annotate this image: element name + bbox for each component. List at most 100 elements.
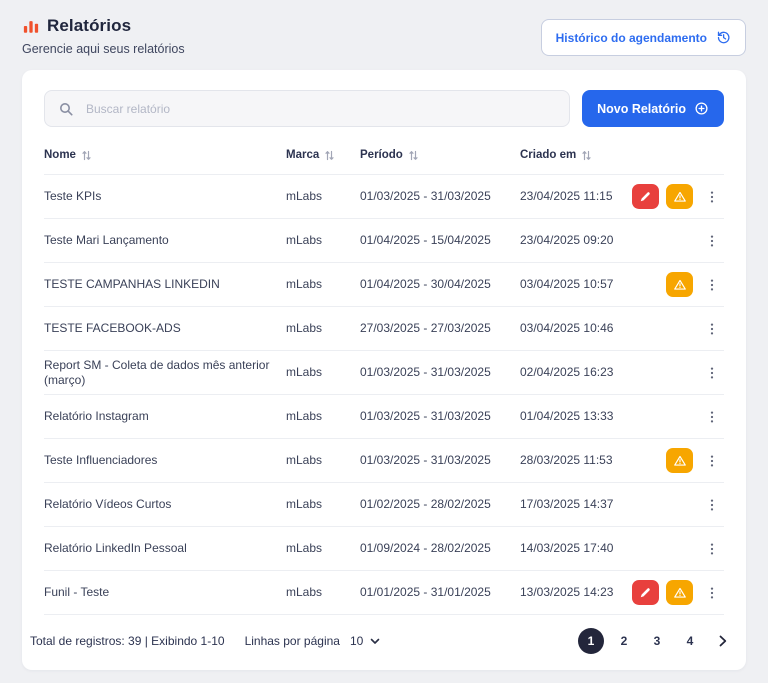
- pen-badge-icon[interactable]: [632, 184, 659, 209]
- kebab-menu-button[interactable]: [700, 448, 724, 474]
- warning-badge-icon[interactable]: [666, 580, 693, 605]
- row-brand: mLabs: [286, 541, 323, 555]
- table-row: TESTE FACEBOOK-ADS mLabs 27/03/2025 - 27…: [44, 307, 724, 351]
- kebab-menu-button[interactable]: [700, 316, 724, 342]
- row-period: 01/03/2025 - 31/03/2025: [360, 189, 491, 203]
- row-badges: [666, 272, 693, 297]
- page-button-3[interactable]: 3: [644, 628, 670, 654]
- row-period: 01/03/2025 - 31/03/2025: [360, 453, 491, 467]
- row-name: Teste KPIs: [44, 189, 102, 203]
- row-name: Teste Mari Lançamento: [44, 233, 169, 247]
- page-subtitle: Gerencie aqui seus relatórios: [22, 42, 185, 56]
- table-body: Teste KPIs mLabs 01/03/2025 - 31/03/2025…: [44, 175, 724, 615]
- kebab-icon: [704, 189, 720, 205]
- row-actions: [624, 404, 724, 430]
- table-row: Teste Influenciadores mLabs 01/03/2025 -…: [44, 439, 724, 483]
- table-header: Nome Marca Período Criado em: [44, 141, 724, 175]
- kebab-icon: [704, 453, 720, 469]
- footer-left: Total de registros: 39 | Exibindo 1-10 L…: [30, 634, 380, 648]
- row-created: 23/04/2025 11:15: [520, 189, 613, 203]
- row-name: Teste Influenciadores: [44, 453, 158, 467]
- kebab-icon: [704, 321, 720, 337]
- row-period: 01/02/2025 - 28/02/2025: [360, 497, 491, 511]
- row-brand: mLabs: [286, 321, 323, 335]
- row-brand: mLabs: [286, 189, 323, 203]
- history-button[interactable]: Histórico do agendamento: [540, 19, 746, 56]
- row-actions: [624, 448, 724, 474]
- row-name: TESTE FACEBOOK-ADS: [44, 321, 181, 335]
- kebab-menu-button[interactable]: [700, 404, 724, 430]
- table-row: Relatório Vídeos Curtos mLabs 01/02/2025…: [44, 483, 724, 527]
- kebab-icon: [704, 365, 720, 381]
- row-actions: [624, 492, 724, 518]
- row-created: 01/04/2025 13:33: [520, 409, 614, 423]
- page-title: Relatórios: [47, 16, 132, 35]
- row-created: 13/03/2025 14:23: [520, 585, 614, 599]
- row-name: Report SM - Coleta de dados mês anterior…: [44, 357, 270, 387]
- toolbar: Novo Relatório: [44, 90, 724, 127]
- column-label: Criado em: [520, 149, 577, 161]
- row-period: 01/04/2025 - 15/04/2025: [360, 233, 491, 247]
- warning-badge-icon[interactable]: [666, 184, 693, 209]
- row-actions: [624, 580, 724, 606]
- kebab-menu-button[interactable]: [700, 536, 724, 562]
- kebab-icon: [704, 277, 720, 293]
- row-period: 01/03/2025 - 31/03/2025: [360, 409, 491, 423]
- row-actions: [624, 316, 724, 342]
- row-period: 01/03/2025 - 31/03/2025: [360, 365, 491, 379]
- table-row: Teste KPIs mLabs 01/03/2025 - 31/03/2025…: [44, 175, 724, 219]
- row-brand: mLabs: [286, 409, 323, 423]
- kebab-icon: [704, 585, 720, 601]
- page-button-4[interactable]: 4: [677, 628, 703, 654]
- sort-icon: [82, 150, 91, 161]
- card-inner: Novo Relatório Nome Marca: [22, 90, 746, 615]
- row-brand: mLabs: [286, 365, 323, 379]
- table-row: Report SM - Coleta de dados mês anterior…: [44, 351, 724, 395]
- column-header-nome[interactable]: Nome: [44, 149, 286, 161]
- row-actions: [624, 536, 724, 562]
- card-footer: Total de registros: 39 | Exibindo 1-10 L…: [22, 615, 746, 666]
- new-report-button[interactable]: Novo Relatório: [582, 90, 724, 127]
- kebab-icon: [704, 541, 720, 557]
- column-header-marca[interactable]: Marca: [286, 149, 360, 161]
- rows-per-page-select[interactable]: 10: [350, 634, 380, 648]
- row-period: 01/04/2025 - 30/04/2025: [360, 277, 491, 291]
- new-report-label: Novo Relatório: [597, 101, 686, 116]
- page-next-button[interactable]: [710, 628, 736, 654]
- search-icon: [58, 101, 74, 117]
- row-badges: [632, 580, 693, 605]
- page-header: Relatórios Gerencie aqui seus relatórios…: [22, 16, 746, 56]
- kebab-menu-button[interactable]: [700, 228, 724, 254]
- row-actions: [624, 272, 724, 298]
- table-row: Relatório Instagram mLabs 01/03/2025 - 3…: [44, 395, 724, 439]
- row-actions: [624, 228, 724, 254]
- row-created: 14/03/2025 17:40: [520, 541, 614, 555]
- reports-card: Novo Relatório Nome Marca: [22, 70, 746, 670]
- page-button-1[interactable]: 1: [578, 628, 604, 654]
- kebab-menu-button[interactable]: [700, 580, 724, 606]
- row-created: 23/04/2025 09:20: [520, 233, 614, 247]
- column-label: Nome: [44, 149, 76, 161]
- kebab-menu-button[interactable]: [700, 492, 724, 518]
- kebab-icon: [704, 409, 720, 425]
- warning-badge-icon[interactable]: [666, 448, 693, 473]
- kebab-menu-button[interactable]: [700, 184, 724, 210]
- plus-circle-icon: [694, 101, 709, 116]
- column-header-periodo[interactable]: Período: [360, 149, 520, 161]
- sort-icon: [582, 150, 591, 161]
- row-actions: [624, 184, 724, 210]
- kebab-menu-button[interactable]: [700, 360, 724, 386]
- total-records-text: Total de registros: 39 | Exibindo 1-10: [30, 634, 225, 648]
- history-button-label: Histórico do agendamento: [555, 30, 707, 45]
- warning-badge-icon[interactable]: [666, 272, 693, 297]
- search-input[interactable]: [84, 100, 557, 117]
- rows-per-page: Linhas por página 10: [245, 634, 381, 648]
- kebab-menu-button[interactable]: [700, 272, 724, 298]
- column-header-criado-em[interactable]: Criado em: [520, 149, 624, 161]
- page-button-2[interactable]: 2: [611, 628, 637, 654]
- chevron-down-icon: [370, 638, 380, 645]
- search-box: [44, 90, 571, 127]
- pen-badge-icon[interactable]: [632, 580, 659, 605]
- column-label: Marca: [286, 149, 320, 161]
- table-row: Funil - Teste mLabs 01/01/2025 - 31/01/2…: [44, 571, 724, 615]
